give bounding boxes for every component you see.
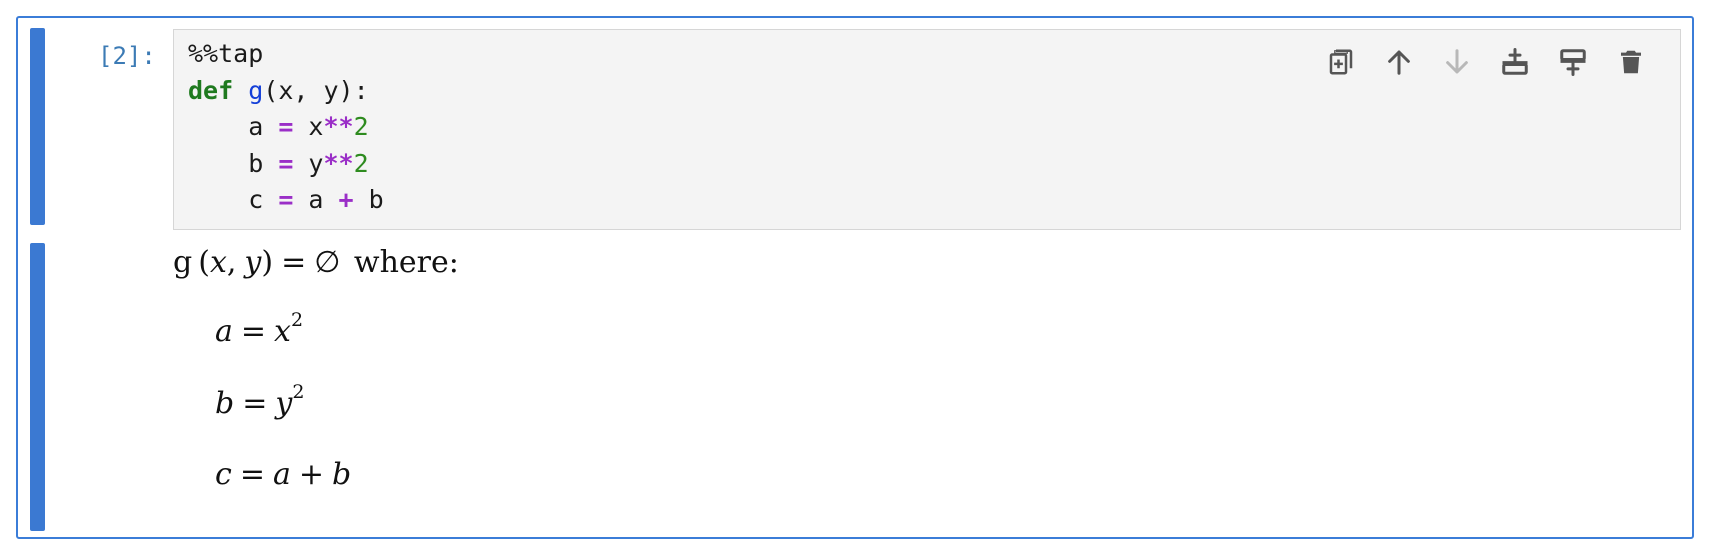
where-label: where: [353, 245, 459, 280]
notebook-cell[interactable]: [2]: %%tap def g(x, y): a = x**2 b = y**… [16, 16, 1694, 539]
eq-lhs: a [215, 314, 233, 349]
arrow-down-icon [1446, 49, 1468, 74]
eq-rhs: a [272, 457, 291, 492]
move-up-button[interactable] [1370, 42, 1428, 82]
code-line[interactable]: c = a + b [188, 185, 384, 214]
code-token: ** [323, 148, 354, 178]
delete-cell-button[interactable] [1602, 42, 1660, 82]
code-token: a [188, 112, 279, 141]
cell-output: g (x, y) = ∅ where: a = x2 b = y2 c = a + b [173, 243, 1673, 523]
eq-rhs: y [275, 386, 293, 421]
code-token: + [338, 185, 354, 214]
eq-equals: = [242, 386, 268, 421]
code-line[interactable]: a = x**2 [188, 112, 369, 141]
function-name: g [173, 245, 193, 280]
code-line[interactable]: %%tap [188, 39, 263, 68]
code-line[interactable]: def g(x, y): [188, 76, 369, 105]
move-down-button[interactable] [1428, 42, 1486, 82]
code-token: = [278, 185, 294, 214]
duplicate-cell-button[interactable] [1312, 42, 1370, 82]
eq-lhs: b [215, 386, 235, 421]
code-token: b [188, 148, 279, 178]
eq-rhs: x [274, 314, 291, 349]
code-token: = [278, 112, 294, 141]
code-token: 2 [353, 112, 369, 141]
insert-below-button[interactable] [1544, 42, 1602, 82]
eq-equals: = [239, 457, 265, 492]
code-token: g [248, 75, 264, 105]
equals-sign: = [281, 245, 307, 280]
code-token: ** [323, 112, 354, 141]
output-function-signature: g (x, y) = ∅ where: [173, 245, 459, 280]
input-collapser[interactable] [30, 28, 45, 225]
cell-toolbar [1312, 42, 1660, 82]
code-token: %%tap [188, 39, 264, 68]
eq-exponent: 2 [290, 309, 304, 331]
insert-above-button[interactable] [1486, 42, 1544, 82]
code-token: (x, y): [263, 75, 369, 105]
param-x: x [209, 245, 227, 280]
eq-lhs: c [215, 457, 232, 492]
output-collapser[interactable] [30, 243, 45, 531]
code-content[interactable]: %%tap def g(x, y): a = x**2 b = y**2 c =… [188, 36, 384, 219]
eq-plus: + [298, 457, 324, 492]
code-line[interactable]: b = y**2 [188, 148, 369, 178]
code-token: y [293, 148, 324, 178]
code-token: b [353, 185, 384, 214]
eq-exponent: 2 [292, 381, 305, 403]
eq-equals: = [240, 314, 267, 349]
code-token: = [278, 148, 294, 178]
trash-icon [1621, 50, 1641, 74]
code-token: def [188, 75, 234, 105]
arrow-up-icon [1388, 50, 1410, 75]
code-token: x [293, 112, 324, 141]
close-paren: ) [261, 245, 274, 280]
code-token: 2 [353, 148, 369, 178]
execution-count-prompt: [2]: [98, 42, 156, 70]
insert-above-icon [1502, 48, 1528, 75]
code-token: a [293, 185, 339, 214]
insert-below-icon [1560, 49, 1586, 76]
param-y: y [244, 245, 262, 280]
code-editor[interactable]: %%tap def g(x, y): a = x**2 b = y**2 c =… [173, 29, 1681, 230]
code-token: c [188, 185, 279, 214]
equation-b: b = y2 [215, 381, 304, 421]
equation-a: a = x2 [215, 309, 303, 349]
equation-c: c = a + b [215, 457, 351, 492]
eq-rhs2: b [331, 457, 352, 492]
open-paren: ( [198, 245, 210, 280]
duplicate-icon [1329, 49, 1353, 75]
param-comma: , [226, 245, 237, 280]
empty-set-symbol: ∅ [314, 245, 341, 280]
